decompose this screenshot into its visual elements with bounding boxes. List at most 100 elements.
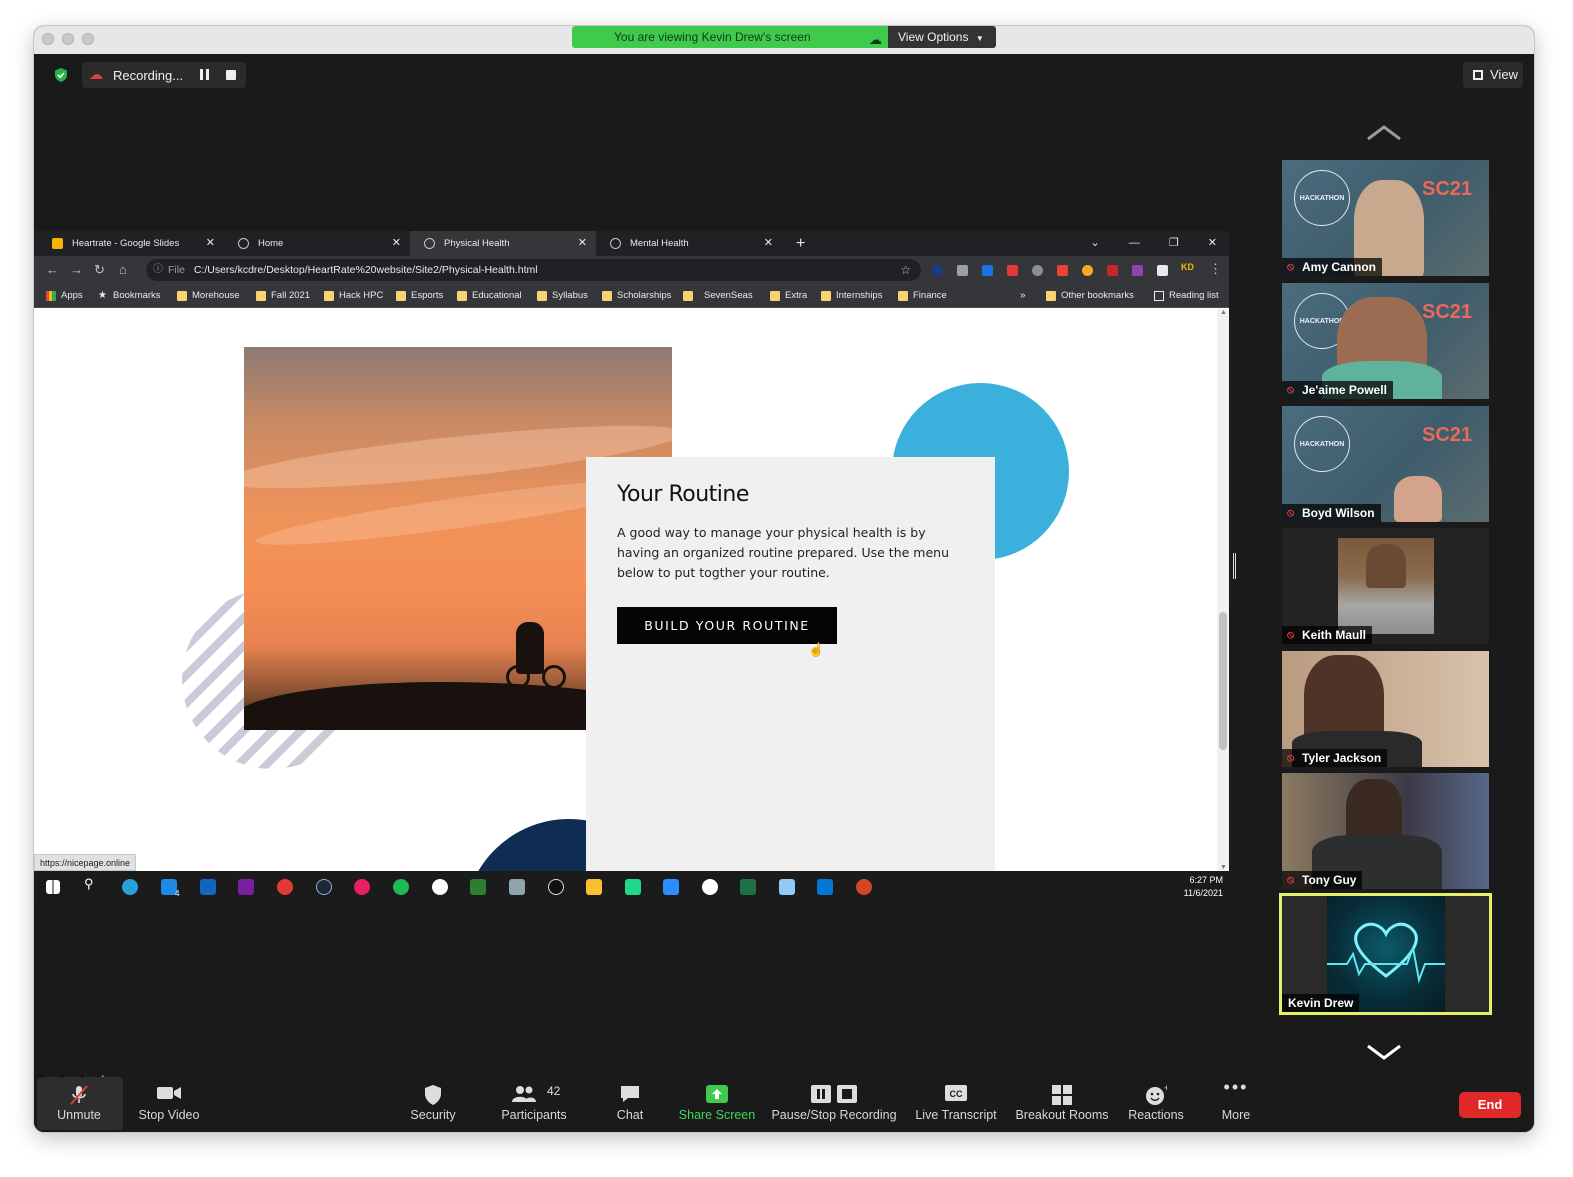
extension-icon[interactable] [1057, 265, 1068, 276]
forward-icon[interactable]: → [70, 262, 83, 277]
powerpoint-icon[interactable] [856, 879, 872, 895]
participants-button[interactable]: 42 Participants [489, 1071, 579, 1132]
minimize-icon[interactable]: — [1129, 237, 1140, 249]
participant-tile[interactable]: HACKATHON SC21 ⦸ Je'aime Powell [1282, 283, 1489, 399]
build-routine-button[interactable]: BUILD YOUR ROUTINE [617, 607, 837, 644]
browser-tab[interactable]: Mental Health ✕ [596, 231, 782, 256]
bookmark-star-icon[interactable]: ☆ [900, 259, 911, 281]
close-tab-icon[interactable]: ✕ [578, 231, 587, 256]
onenote-icon[interactable] [238, 879, 254, 895]
fullscreen-window-button[interactable] [82, 33, 94, 45]
browser-tab[interactable]: Home ✕ [224, 231, 410, 256]
scroll-down-icon[interactable]: ▼ [1220, 864, 1227, 871]
participant-tile[interactable]: ⦸ Tyler Jackson [1282, 651, 1489, 767]
more-button[interactable]: ••• More [1212, 1071, 1260, 1132]
bookmark-reading-list[interactable]: Reading list [1154, 284, 1219, 308]
unmute-button[interactable]: Unmute [39, 1071, 119, 1132]
scroll-up-icon[interactable]: ▲ [1220, 309, 1227, 316]
view-button[interactable]: View [1463, 62, 1523, 88]
app-icon[interactable] [702, 879, 718, 895]
bookmark-folder[interactable]: Scholarships [602, 284, 671, 308]
extension-icon[interactable] [1007, 265, 1018, 276]
close-window-button[interactable] [42, 33, 54, 45]
panel-resize-handle[interactable] [1233, 553, 1236, 579]
bookmark-folder[interactable]: Morehouse [177, 284, 240, 308]
participant-tile-active-speaker[interactable]: Kevin Drew [1279, 893, 1492, 1015]
page-scrollbar[interactable]: ▲ ▼ [1217, 309, 1229, 871]
extension-icon[interactable] [957, 265, 968, 276]
stop-video-button[interactable]: Stop Video [129, 1071, 209, 1132]
participant-tile[interactable]: ⦸ Tony Guy [1282, 773, 1489, 889]
pycharm-icon[interactable] [625, 879, 641, 895]
extension-icon[interactable] [982, 265, 993, 276]
chrome-icon[interactable] [277, 879, 293, 895]
browser-tab-active[interactable]: Physical Health ✕ [410, 231, 596, 256]
bookmark-folder[interactable]: Hack HPC [324, 284, 383, 308]
bookmark-folder[interactable]: Syllabus [537, 284, 588, 308]
restore-icon[interactable]: ❐ [1169, 237, 1179, 249]
extension-icon[interactable] [932, 265, 943, 276]
view-options-button[interactable]: View Options ▼ [888, 26, 996, 48]
encryption-shield-icon[interactable] [53, 67, 69, 83]
extension-icon[interactable] [1107, 265, 1118, 276]
back-icon[interactable]: ← [46, 262, 59, 277]
extension-icon[interactable] [1032, 265, 1043, 276]
bookmark-folder[interactable]: Educational [457, 284, 522, 308]
tab-search-icon[interactable]: ⌄ [1091, 237, 1100, 249]
breakout-rooms-button[interactable]: Breakout Rooms [1012, 1071, 1112, 1132]
calendar-icon[interactable] [200, 879, 216, 895]
scrollbar-thumb[interactable] [1219, 612, 1227, 750]
bookmark-folder[interactable]: SevenSeas [683, 284, 753, 308]
chevron-down-icon[interactable] [1366, 1042, 1402, 1062]
info-icon[interactable]: ⓘ [153, 259, 163, 281]
close-tab-icon[interactable]: ✕ [764, 231, 773, 256]
pause-recording-icon[interactable] [200, 69, 209, 80]
steam-icon[interactable] [316, 879, 332, 895]
participant-tile[interactable]: HACKATHON SC21 ⦸ Amy Cannon [1282, 160, 1489, 276]
chat-button[interactable]: Chat [600, 1071, 660, 1132]
minimize-window-button[interactable] [62, 33, 74, 45]
itunes-icon[interactable] [432, 879, 448, 895]
edge-icon[interactable] [122, 879, 138, 895]
new-tab-icon[interactable]: + [796, 231, 805, 256]
bookmark-bookmarks[interactable]: ★ Bookmarks [98, 284, 161, 308]
system-clock[interactable]: 6:27 PM 11/6/2021 [1184, 874, 1223, 900]
app-icon[interactable] [509, 879, 525, 895]
file-explorer-icon[interactable] [586, 879, 602, 895]
stop-recording-icon[interactable] [226, 70, 236, 80]
bookmark-folder[interactable]: Finance [898, 284, 947, 308]
bookmark-other[interactable]: Other bookmarks [1046, 284, 1134, 308]
extension-icon[interactable] [1132, 265, 1143, 276]
browser-tab[interactable]: Heartrate - Google Slides ✕ [38, 231, 224, 256]
bookmark-folder[interactable]: Extra [770, 284, 807, 308]
close-icon[interactable]: ✕ [1208, 237, 1217, 249]
app-icon[interactable] [470, 879, 486, 895]
end-meeting-button[interactable]: End [1459, 1092, 1521, 1118]
windows-start-icon[interactable] [46, 880, 60, 894]
bookmark-apps[interactable]: Apps [46, 284, 83, 308]
bookmark-folder[interactable]: Esports [396, 284, 443, 308]
app-icon[interactable] [779, 879, 795, 895]
more-vertical-icon[interactable]: ⋮ [1209, 261, 1222, 277]
extensions-puzzle-icon[interactable] [1157, 265, 1168, 276]
search-icon[interactable]: ⚲ [84, 876, 100, 892]
security-button[interactable]: Security [398, 1071, 468, 1132]
pause-stop-recording-button[interactable]: Pause/Stop Recording [770, 1071, 898, 1132]
live-transcript-button[interactable]: CC Live Transcript [910, 1071, 1002, 1132]
chevron-up-icon[interactable] [1366, 123, 1402, 143]
bookmark-folder[interactable]: Internships [821, 284, 882, 308]
app-icon[interactable] [354, 879, 370, 895]
profile-avatar[interactable]: KD [1181, 262, 1194, 272]
address-bar[interactable]: ⓘ File C:/Users/kcdre/Desktop/HeartRate%… [146, 259, 921, 281]
close-tab-icon[interactable]: ✕ [392, 231, 401, 256]
app-icon[interactable] [548, 879, 564, 895]
share-screen-button[interactable]: Share Screen [674, 1071, 760, 1132]
close-tab-icon[interactable]: ✕ [206, 231, 215, 256]
participant-tile[interactable]: ⦸ Keith Maull [1282, 528, 1489, 644]
more-bookmarks-icon[interactable]: » [1020, 284, 1026, 308]
bookmark-folder[interactable]: Fall 2021 [256, 284, 310, 308]
home-icon[interactable]: ⌂ [119, 262, 127, 277]
spotify-icon[interactable] [393, 879, 409, 895]
vscode-icon[interactable] [817, 879, 833, 895]
excel-icon[interactable] [740, 879, 756, 895]
